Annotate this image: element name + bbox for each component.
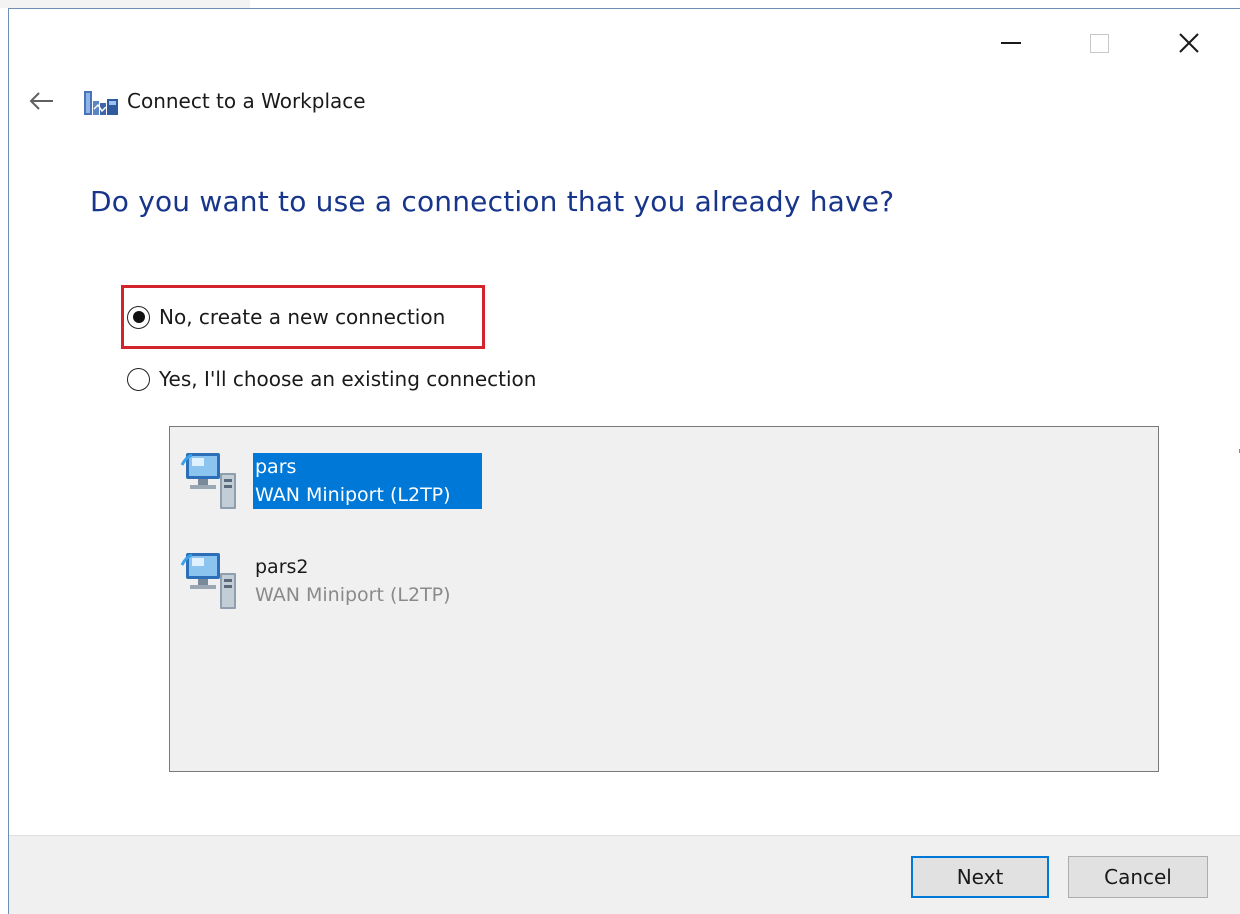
- radio-new-connection[interactable]: [127, 305, 150, 329]
- footer-bar: Next Cancel: [9, 835, 1240, 914]
- list-item[interactable]: pars WAN Miniport (L2TP): [180, 447, 500, 517]
- page-heading: Do you want to use a connection that you…: [90, 185, 895, 218]
- option-new-connection[interactable]: No, create a new connection: [127, 305, 445, 329]
- workplace-icon: [83, 89, 119, 117]
- background-strip: [0, 0, 250, 8]
- close-button[interactable]: [1159, 23, 1219, 63]
- connection-device: WAN Miniport (L2TP): [255, 584, 451, 606]
- cancel-button[interactable]: Cancel: [1068, 856, 1208, 898]
- list-item[interactable]: pars2 WAN Miniport (L2TP): [180, 547, 500, 617]
- connection-name: pars2: [255, 556, 309, 578]
- maximize-button[interactable]: [1069, 23, 1129, 63]
- minimize-button[interactable]: [981, 23, 1041, 63]
- radio-selected-dot: [132, 311, 145, 323]
- connection-list[interactable]: pars WAN Miniport (L2TP) pars2 WAN Minip…: [169, 426, 1159, 772]
- network-connection-icon: [180, 453, 236, 509]
- option-existing-connection-label[interactable]: Yes, I'll choose an existing connection: [159, 367, 536, 391]
- back-arrow-icon: [29, 92, 53, 110]
- window-title: Connect to a Workplace: [127, 89, 366, 113]
- next-button[interactable]: Next: [911, 856, 1049, 898]
- close-icon: [1179, 33, 1199, 53]
- connection-name: pars: [253, 453, 299, 481]
- back-button[interactable]: [27, 89, 57, 113]
- minimize-icon: [1001, 42, 1021, 44]
- option-existing-connection[interactable]: Yes, I'll choose an existing connection: [127, 367, 536, 391]
- connection-text: pars2 WAN Miniport (L2TP): [253, 553, 453, 609]
- maximize-icon: [1089, 33, 1109, 53]
- option-new-connection-label[interactable]: No, create a new connection: [159, 305, 445, 329]
- connection-text: pars WAN Miniport (L2TP): [253, 453, 482, 509]
- network-connection-icon: [180, 553, 236, 609]
- connection-device: WAN Miniport (L2TP): [253, 481, 453, 509]
- radio-existing-connection[interactable]: [127, 367, 150, 391]
- wizard-window: Connect to a Workplace Do you want to us…: [8, 8, 1240, 914]
